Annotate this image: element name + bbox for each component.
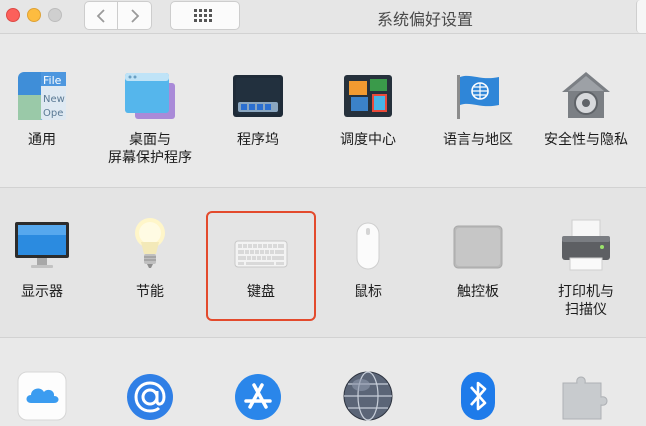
pane-app-store[interactable] bbox=[206, 338, 310, 426]
security-privacy-icon bbox=[560, 70, 612, 120]
pane-displays[interactable]: 显示器 bbox=[0, 188, 94, 336]
desktop-screensaver-icon bbox=[123, 71, 177, 121]
bluetooth-icon bbox=[460, 371, 496, 421]
chevron-right-icon bbox=[130, 8, 139, 23]
pane-icloud[interactable] bbox=[0, 338, 94, 426]
internet-accounts-icon bbox=[126, 373, 174, 421]
extensions-icon bbox=[561, 373, 611, 421]
pane-security-privacy[interactable]: 安全性与隐私 bbox=[534, 34, 638, 184]
pane-label: 程序坞 bbox=[237, 132, 279, 148]
mission-control-icon bbox=[343, 74, 393, 118]
pane-label: 触控板 bbox=[457, 284, 499, 300]
displays-icon bbox=[14, 221, 70, 269]
dock-icon bbox=[232, 74, 284, 118]
pane-extensions[interactable] bbox=[534, 338, 638, 426]
pane-energy-saver[interactable]: 节能 bbox=[98, 188, 202, 336]
printers-scanners-icon bbox=[560, 218, 612, 272]
language-region-icon bbox=[453, 71, 503, 121]
pane-network[interactable] bbox=[316, 338, 420, 426]
pane-language-region[interactable]: 语言与地区 bbox=[426, 34, 530, 184]
pane-label: 打印机与 扫描仪 bbox=[558, 284, 614, 318]
general-icon: File New Ope bbox=[17, 71, 67, 121]
window-title: 系统偏好设置 bbox=[376, 10, 473, 29]
pane-mission-control[interactable]: 调度中心 bbox=[316, 34, 420, 184]
pane-mouse[interactable]: 鼠标 bbox=[316, 188, 420, 336]
mouse-icon bbox=[355, 222, 381, 270]
pane-label: 节能 bbox=[136, 284, 164, 300]
trackpad-icon bbox=[453, 225, 503, 269]
pane-label: 显示器 bbox=[21, 284, 63, 300]
search-field[interactable] bbox=[636, 0, 646, 33]
title-bar: 系统偏好设置 bbox=[0, 0, 646, 33]
zoom-window-button[interactable] bbox=[48, 8, 62, 22]
pane-label: 调度中心 bbox=[340, 132, 396, 148]
svg-text:Ope: Ope bbox=[43, 108, 63, 119]
svg-text:New: New bbox=[43, 94, 65, 105]
pane-general[interactable]: File New Ope 通用 bbox=[0, 34, 94, 184]
pane-label: 通用 bbox=[28, 132, 56, 148]
preferences-row-2: 显示器 节能 键盘 鼠标 触控板 打印机与 扫描仪 bbox=[0, 187, 646, 337]
icloud-icon bbox=[17, 371, 67, 421]
pane-label: 安全性与隐私 bbox=[544, 132, 628, 148]
pane-bluetooth[interactable] bbox=[426, 338, 530, 426]
svg-text:File: File bbox=[43, 74, 62, 87]
app-store-icon bbox=[234, 373, 282, 421]
minimize-window-button[interactable] bbox=[27, 8, 41, 22]
pane-trackpad[interactable]: 触控板 bbox=[426, 188, 530, 336]
keyboard-highlight-frame bbox=[206, 211, 316, 321]
preferences-row-1: File New Ope 通用 桌面与 屏幕保护程序 程序坞 调度中心 语言与地… bbox=[0, 33, 646, 187]
forward-button[interactable] bbox=[118, 1, 152, 30]
network-icon bbox=[343, 371, 393, 421]
pane-printers-scanners[interactable]: 打印机与 扫描仪 bbox=[534, 188, 638, 336]
back-button[interactable] bbox=[84, 1, 118, 30]
pane-desktop-screensaver[interactable]: 桌面与 屏幕保护程序 bbox=[98, 34, 202, 184]
close-window-button[interactable] bbox=[6, 8, 20, 22]
grid-icon bbox=[194, 8, 212, 22]
pane-label: 鼠标 bbox=[354, 284, 382, 300]
preferences-row-3 bbox=[0, 337, 646, 426]
pane-dock[interactable]: 程序坞 bbox=[206, 34, 310, 184]
chevron-left-icon bbox=[96, 8, 105, 23]
pane-label: 语言与地区 bbox=[443, 132, 513, 148]
energy-saver-icon bbox=[133, 216, 167, 272]
pane-internet-accounts[interactable] bbox=[98, 338, 202, 426]
pane-label: 桌面与 屏幕保护程序 bbox=[108, 132, 192, 166]
show-all-button[interactable] bbox=[170, 1, 240, 30]
